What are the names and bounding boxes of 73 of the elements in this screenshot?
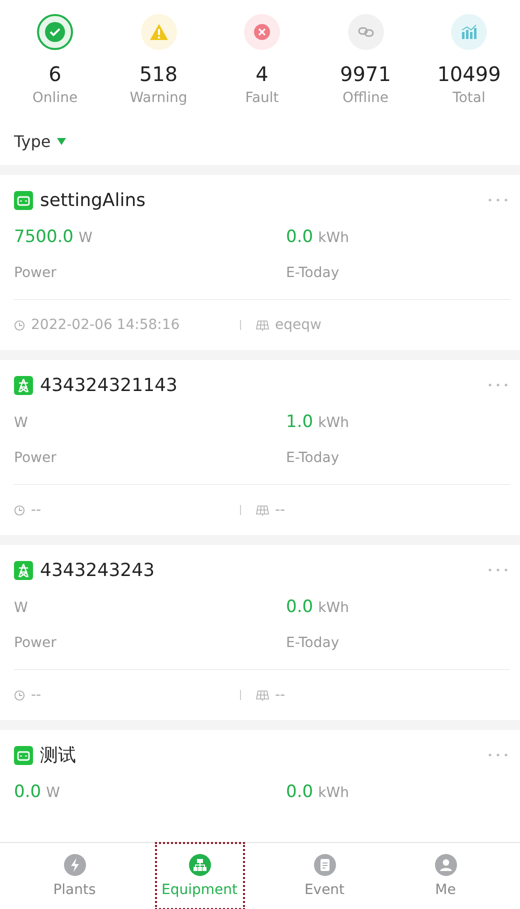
more-button[interactable]: [486, 381, 510, 389]
plant-name: --: [275, 687, 286, 703]
update-time: --: [31, 502, 42, 518]
update-time: 2022-02-06 14:58:16: [31, 317, 180, 333]
energy-label: E-Today: [286, 265, 340, 281]
device-card[interactable]: 4343243243 W 0.0 kWh Power E-Today -- --: [0, 545, 520, 720]
pylon-icon: [14, 376, 33, 394]
power-reading: 0.0 W: [14, 782, 61, 802]
status-count: 9971: [340, 62, 391, 86]
hierarchy-icon: [188, 854, 210, 876]
more-button[interactable]: [486, 196, 510, 204]
energy-reading: 0.0 kWh: [286, 782, 350, 802]
status-filter[interactable]: [140, 14, 176, 50]
user-icon: [434, 854, 456, 876]
update-time: --: [31, 687, 42, 703]
nav-tab[interactable]: Me: [406, 843, 486, 909]
ellipsis-icon: [488, 568, 508, 572]
status-label: Online: [32, 90, 78, 106]
device-name: 4343243243: [40, 560, 156, 580]
status-filter[interactable]: [348, 14, 384, 50]
power-reading: W: [14, 599, 29, 617]
device-name: settingAlins: [40, 190, 147, 210]
power-label: Power: [14, 265, 58, 281]
more-button[interactable]: [486, 566, 510, 574]
error-circle-icon: [253, 23, 271, 41]
more-button[interactable]: [486, 751, 510, 759]
energy-reading: 1.0 kWh: [286, 412, 350, 432]
energy-label: E-Today: [286, 635, 340, 651]
ellipsis-icon: [488, 383, 508, 387]
status-count: 10499: [437, 62, 501, 86]
solar-panel-icon: [256, 320, 269, 330]
bar-chart-icon: [460, 23, 478, 41]
type-dropdown[interactable]: Type: [14, 132, 66, 151]
energy-reading: 0.0 kWh: [286, 597, 350, 617]
status-label: Fault: [245, 90, 279, 106]
clock-icon: [14, 320, 25, 330]
clipboard-icon: [314, 854, 336, 876]
status-filter[interactable]: [37, 14, 73, 50]
power-label: Power: [14, 450, 58, 466]
lightning-icon: [64, 854, 86, 876]
solar-panel-icon: [256, 504, 269, 516]
status-label: Warning: [130, 90, 188, 106]
clock-icon: [14, 690, 25, 700]
status-count: 518: [139, 62, 178, 86]
device-name: 测试: [40, 744, 77, 767]
device-card[interactable]: settingAlins 7500.0 W 0.0 kWh Power E-Today 2022-02-06 14:58:16 eqeqw: [0, 175, 520, 350]
clock-icon: [14, 504, 25, 516]
power-reading: 7500.0 W: [14, 227, 94, 247]
device-name: 434324321143: [40, 374, 178, 396]
caret-icon: [56, 138, 66, 145]
status-label: Total: [452, 90, 486, 106]
status-label: Offline: [342, 90, 388, 106]
status-count: 6: [48, 62, 62, 86]
energy-label: E-Today: [286, 450, 340, 466]
power-label: Power: [14, 635, 58, 651]
warning-icon: [148, 23, 168, 41]
energy-reading: 0.0 kWh: [286, 227, 350, 247]
pylon-icon: [14, 560, 33, 580]
plant-name: --: [275, 502, 286, 518]
plant-name: eqeqw: [275, 317, 322, 333]
check-circle-icon: [44, 21, 66, 43]
power-reading: W: [14, 414, 29, 432]
status-count: 4: [256, 62, 268, 86]
solar-panel-icon: [256, 690, 269, 700]
nav-tab[interactable]: Plants: [34, 843, 114, 909]
battery-icon: [14, 190, 33, 210]
ellipsis-icon: [488, 753, 508, 757]
nav-tab[interactable]: Event: [284, 843, 364, 909]
battery-icon: [14, 746, 33, 764]
device-card[interactable]: 434324321143 W 1.0 kWh Power E-Today -- --: [0, 360, 520, 535]
ellipsis-icon: [488, 198, 508, 202]
status-filter[interactable]: [451, 14, 487, 50]
status-filter[interactable]: [244, 14, 280, 50]
